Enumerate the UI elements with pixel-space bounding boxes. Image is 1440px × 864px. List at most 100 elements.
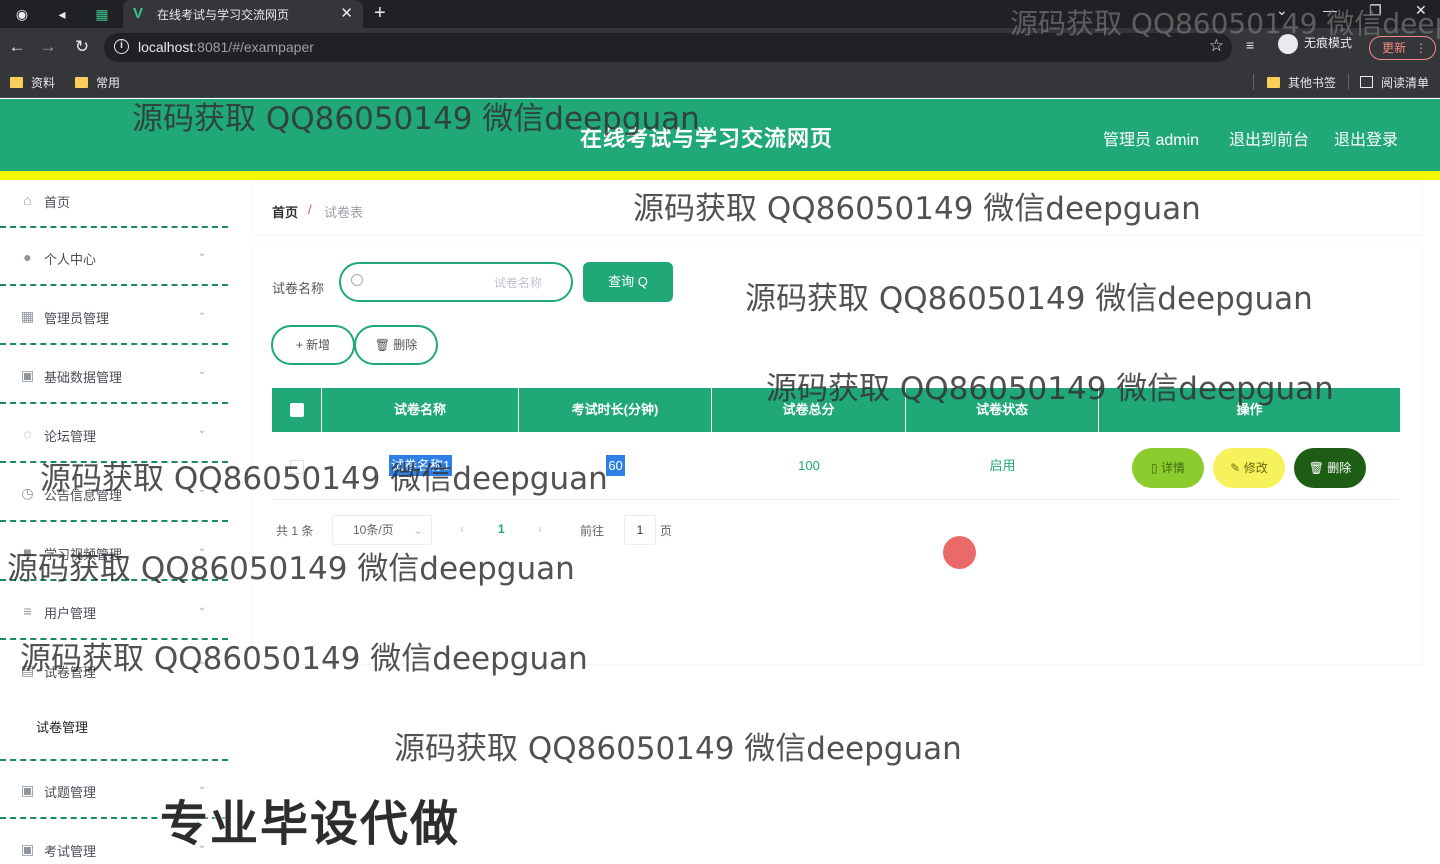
trash-icon: 🗑 — [374, 338, 394, 352]
next-page-icon[interactable]: › — [538, 522, 542, 536]
table-header: 试卷名称 考试时长(分钟) 试卷总分 试卷状态 操作 — [272, 388, 1400, 432]
column-header: 考试时长(分钟) — [519, 388, 712, 432]
sidebar-item-label: 用户管理 — [44, 606, 97, 621]
video-icon: ■ — [23, 544, 32, 560]
current-page[interactable]: 1 — [498, 522, 505, 536]
sidebar-item-papers[interactable]: ▤ 试卷管理 ⌃ 试卷管理 — [0, 641, 228, 761]
chevron-down-icon[interactable]: ⌄ — [1276, 2, 1288, 19]
column-header: 操作 — [1236, 402, 1263, 417]
batch-delete-button[interactable]: 🗑 删除 — [354, 325, 438, 365]
row-checkbox[interactable] — [290, 459, 304, 474]
grid-icon: ▦ — [20, 308, 35, 324]
add-button[interactable]: + 新增 — [271, 325, 355, 365]
site-title: 在线考试与学习交流网页 — [580, 126, 834, 151]
restore-icon[interactable]: ❐ — [1369, 2, 1382, 19]
vue-favicon-icon: V — [133, 5, 144, 22]
site-info-icon[interactable]: i — [114, 39, 129, 54]
sidebar-item-video[interactable]: ■ 学习视频管理 ⌄ — [0, 523, 228, 581]
breadcrumb-home[interactable]: 首页 — [272, 202, 298, 221]
select-all-checkbox[interactable] — [290, 403, 304, 417]
folder-icon — [75, 77, 88, 88]
bookmark-star-icon[interactable]: ☆ — [1209, 36, 1224, 56]
bookmark-divider — [1253, 74, 1254, 90]
sidebar-item-notice[interactable]: ◷ 公告信息管理 ⌄ — [0, 464, 228, 522]
close-window-icon[interactable]: ✕ — [1415, 2, 1427, 19]
sidebar-item-label: 学习视频管理 — [44, 547, 123, 562]
sidebar: ⌂ 首页 ● 个人中心 ⌄ ▦ 管理员管理 ⌄ ▣ 基础数据管理 ⌄ ◌ 论坛管… — [0, 180, 228, 864]
power-icon: ◌ — [23, 426, 32, 442]
cell-status: 启用 — [989, 458, 1016, 473]
site-header: 在线考试与学习交流网页 管理员 admin 退出到前台 退出登录 — [0, 99, 1440, 171]
address-bar[interactable]: i localhost:8081/#/exampaper ☆ — [104, 33, 1232, 62]
cell-duration: 60 — [519, 432, 712, 500]
breadcrumb-current: 试卷表 — [324, 205, 364, 220]
sidebar-item-admins[interactable]: ▦ 管理员管理 ⌄ — [0, 287, 228, 345]
sidebar-item-users[interactable]: ≡ 用户管理 ⌄ — [0, 582, 228, 640]
sidebar-item-basedata[interactable]: ▣ 基础数据管理 ⌄ — [0, 346, 228, 404]
column-header: 试卷总分 — [712, 388, 906, 432]
total-count: 共 1 条 — [276, 524, 314, 538]
bookmark-other[interactable]: 其他书签 — [1267, 74, 1336, 91]
prev-page-icon[interactable]: ‹ — [460, 522, 464, 536]
detail-button[interactable]: ▯ 详情 — [1132, 448, 1204, 488]
sidebar-item-label: 论坛管理 — [44, 429, 97, 444]
reload-icon[interactable]: ↻ — [72, 37, 92, 57]
tab-title: 在线考试与学习交流网页 — [157, 8, 290, 22]
cell-paper-name: 试卷名称1 — [322, 432, 519, 500]
sidebar-subitem-paper-manage[interactable]: 试卷管理 — [36, 717, 88, 736]
bookmark-folder-changyong[interactable]: 常用 — [75, 74, 120, 91]
admin-user-label: 管理员 admin — [1103, 132, 1200, 149]
url-text[interactable]: localhost:8081/#/exampaper — [138, 39, 314, 55]
sidebar-item-forum[interactable]: ◌ 论坛管理 ⌄ — [0, 405, 228, 463]
breadcrumb-separator: / — [308, 202, 312, 217]
doc-icon: ▯ — [1151, 461, 1161, 475]
forward-icon[interactable]: → — [38, 37, 58, 57]
search-label: 试卷名称 — [272, 281, 325, 296]
reading-list-icon[interactable]: ≡ — [1246, 37, 1254, 53]
sidebar-item-personal[interactable]: ● 个人中心 ⌄ — [0, 228, 228, 286]
tab-close-icon[interactable]: ✕ — [340, 4, 353, 22]
browser-menu-icon[interactable]: ◉ — [12, 4, 32, 24]
goto-suffix: 页 — [660, 524, 673, 538]
clipboard-icon: ▣ — [20, 367, 35, 383]
page-size-select[interactable]: 10条/页 ⌄ — [332, 515, 432, 545]
sheet-tab-icon[interactable]: ▦ — [92, 4, 112, 24]
folder-icon — [1267, 77, 1280, 88]
browser-tab-bar: ◉ ◂ ▦ V 在线考试与学习交流网页 ✕ + ⌄ — ❐ ✕ — [0, 0, 1440, 28]
update-button[interactable]: 更新 ⋮ — [1369, 36, 1436, 60]
back-to-front-link[interactable]: 退出到前台 — [1229, 126, 1309, 150]
sidebar-item-label: 试卷管理 — [44, 665, 97, 680]
bookmarks-bar: 资料 常用 其他书签 阅读清单 — [0, 66, 1440, 98]
sidebar-item-home[interactable]: ⌂ 首页 — [0, 180, 228, 228]
edit-button[interactable]: ✎ 修改 — [1213, 448, 1285, 488]
logout-link[interactable]: 退出登录 — [1334, 126, 1398, 150]
goto-page-input[interactable]: 1 — [624, 515, 656, 545]
chevron-down-icon: ⌄ — [197, 543, 206, 554]
web-page: 在线考试与学习交流网页 管理员 admin 退出到前台 退出登录 ⌂ 首页 ● … — [0, 99, 1440, 864]
header-accent-bar — [0, 171, 1440, 180]
sidebar-item-label: 考试管理 — [44, 844, 97, 859]
back-icon[interactable]: ← — [7, 37, 27, 57]
cell-total-score: 100 — [798, 458, 820, 473]
query-button[interactable]: 查询 Q — [583, 262, 673, 302]
search-input[interactable] — [371, 272, 566, 294]
table-row[interactable]: 试卷名称1 60 100 启用 ▯ 详情 ✎ 修改 🗑 删除 — [272, 432, 1400, 500]
sidebar-item-label: 个人中心 — [44, 252, 97, 267]
search-field[interactable] — [339, 262, 573, 302]
browser-tab-active[interactable]: V 在线考试与学习交流网页 ✕ — [123, 0, 363, 28]
reading-list-link[interactable]: 阅读清单 — [1360, 74, 1429, 91]
trash-icon: 🗑 — [1308, 461, 1328, 475]
incognito-indicator[interactable]: 无痕模式 — [1278, 34, 1352, 60]
new-tab-icon[interactable]: + — [374, 2, 386, 25]
pencil-icon: ✎ — [1230, 461, 1244, 475]
sidebar-item-label: 管理员管理 — [44, 311, 110, 326]
row-delete-button[interactable]: 🗑 删除 — [1294, 448, 1366, 488]
pagination: 共 1 条 10条/页 ⌄ ‹ 1 › 前往 1 页 — [272, 514, 872, 546]
minimize-icon[interactable]: — — [1323, 2, 1337, 18]
chevron-up-icon: ⌃ — [197, 661, 206, 672]
incognito-icon — [1278, 34, 1298, 54]
bookmark-folder-ziliao[interactable]: 资料 — [10, 74, 55, 91]
mute-icon[interactable]: ◂ — [52, 4, 72, 24]
browser-toolbar: ← → ↻ i localhost:8081/#/exampaper ☆ ≡ 无… — [0, 28, 1440, 66]
paper-list-card: 试卷名称 查询 Q + 新增 🗑 删除 试卷名称 考试时长(分钟) 试卷总分 试… — [252, 244, 1422, 664]
